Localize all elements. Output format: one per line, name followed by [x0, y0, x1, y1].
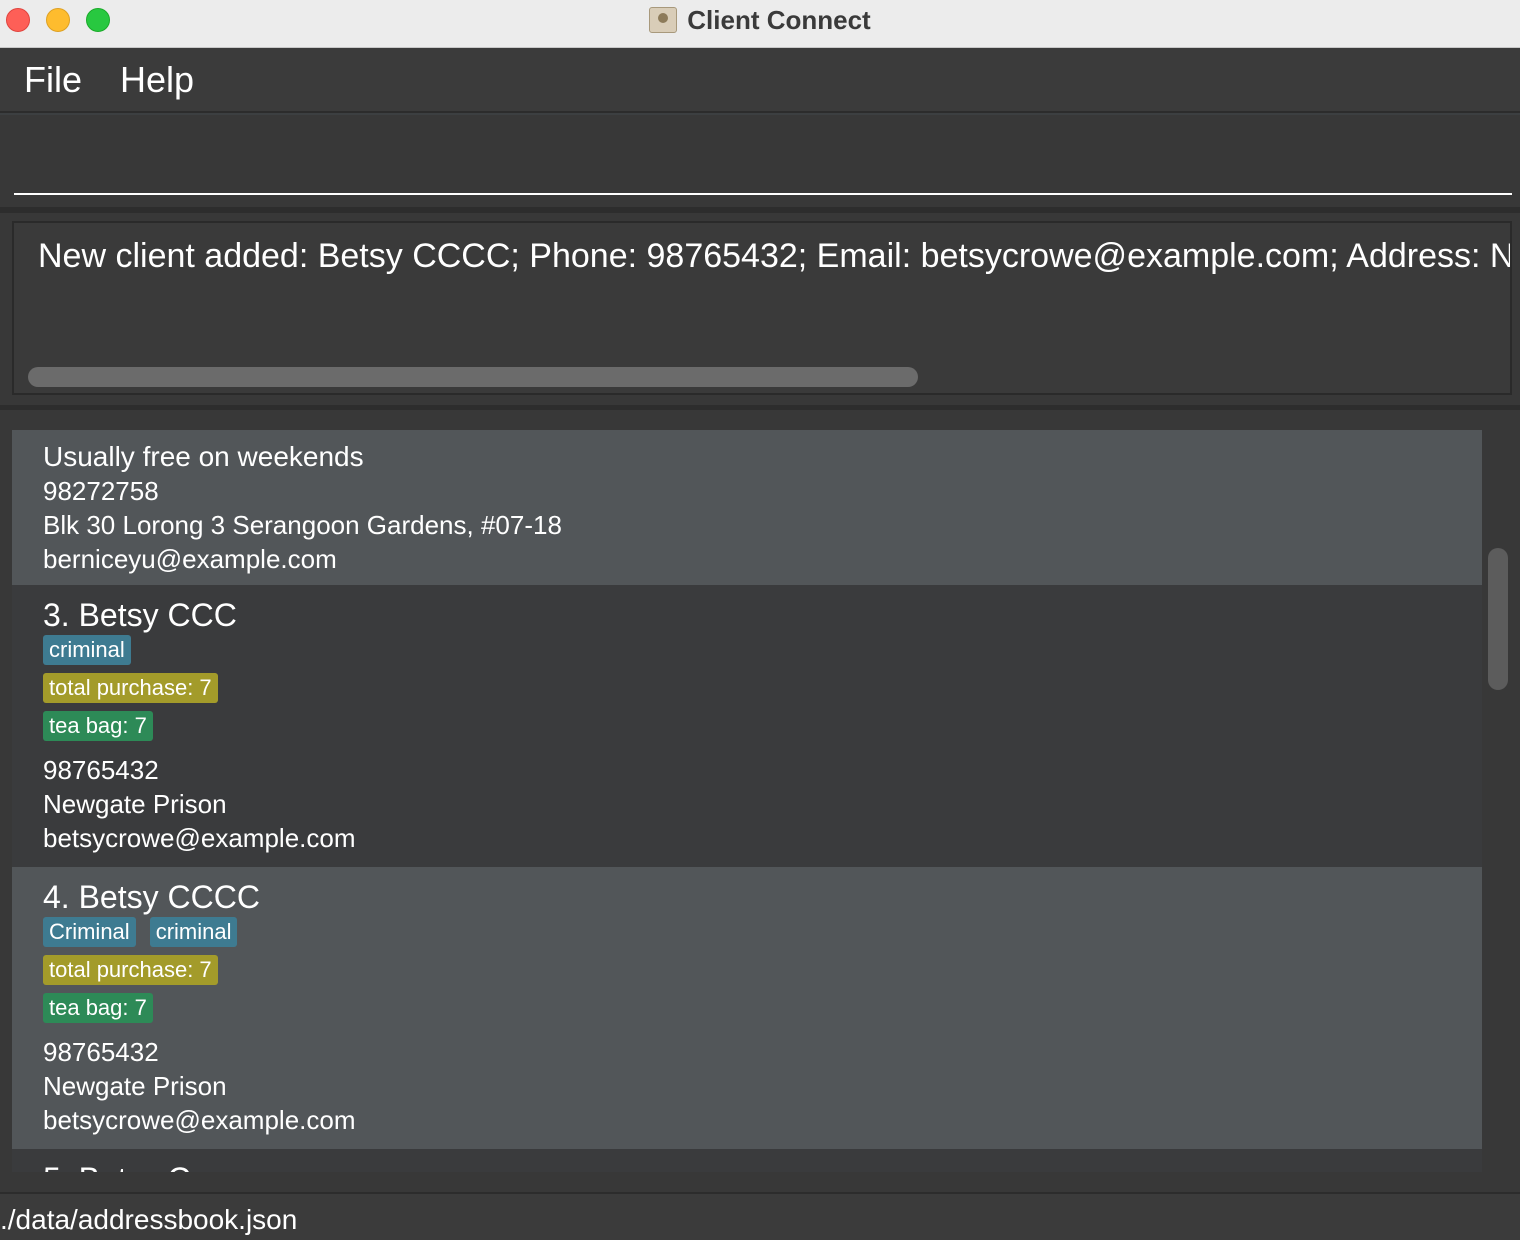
result-horizontal-scrollbar[interactable] [28, 367, 918, 387]
client-address: Newgate Prison [43, 789, 227, 819]
client-email: betsycrowe@example.com [43, 823, 356, 853]
result-box[interactable]: New client added: Betsy CCCC; Phone: 987… [12, 221, 1512, 395]
menu-bar: File Help [0, 48, 1520, 113]
menu-help[interactable]: Help [120, 59, 194, 101]
client-tag-row: Criminal criminal [43, 917, 1482, 955]
client-list-panel: Usually free on weekends 98272758 Blk 30… [0, 410, 1520, 1192]
purchase-tag: total purchase: 7 [43, 955, 218, 985]
product-tag: tea bag: 7 [43, 711, 153, 741]
client-name: 4. Betsy CCCC [43, 879, 260, 915]
client-card[interactable]: 5. Betsy C [12, 1149, 1482, 1172]
client-note: Usually free on weekends [43, 441, 364, 472]
client-phone: 98272758 [43, 476, 159, 506]
client-phone: 98765432 [43, 755, 159, 785]
client-card[interactable]: 4. Betsy CCCC Criminal criminal total pu… [12, 867, 1482, 1149]
client-list-scrollbar[interactable] [1488, 548, 1508, 690]
client-tag: Criminal [43, 917, 136, 947]
client-address: Blk 30 Lorong 3 Serangoon Gardens, #07-1… [43, 510, 562, 540]
address-book-icon [649, 7, 678, 33]
window-title-text: Client Connect [687, 4, 871, 35]
menu-file[interactable]: File [24, 59, 82, 101]
client-product-row: tea bag: 7 [43, 711, 1482, 749]
client-tag-row: criminal [43, 635, 1482, 673]
data-file-path: ./data/addressbook.json [0, 1204, 298, 1235]
client-address: Newgate Prison [43, 1071, 227, 1101]
client-name: 3. Betsy CCC [43, 597, 237, 633]
command-input[interactable] [14, 115, 1512, 195]
result-display: New client added: Betsy CCCC; Phone: 987… [0, 213, 1520, 405]
client-name: 5. Betsy C [43, 1161, 1482, 1172]
client-phone: 98765432 [43, 1037, 159, 1067]
client-product-row: tea bag: 7 [43, 993, 1482, 1031]
status-bar: ./data/addressbook.json [0, 1192, 1520, 1240]
client-purchase-row: total purchase: 7 [43, 673, 1482, 711]
client-list[interactable]: Usually free on weekends 98272758 Blk 30… [12, 430, 1482, 1172]
client-tag: criminal [43, 635, 131, 665]
client-tag: criminal [149, 917, 238, 947]
purchase-tag: total purchase: 7 [43, 673, 218, 703]
client-email: berniceyu@example.com [43, 544, 337, 574]
client-card[interactable]: Usually free on weekends 98272758 Blk 30… [12, 430, 1482, 585]
product-tag: tea bag: 7 [43, 993, 153, 1023]
result-message: New client added: Betsy CCCC; Phone: 987… [38, 237, 1512, 275]
client-email: betsycrowe@example.com [43, 1105, 356, 1135]
window-title: Client Connect [0, 0, 1520, 40]
title-bar: Client Connect [0, 0, 1520, 48]
command-box [0, 115, 1520, 207]
client-purchase-row: total purchase: 7 [43, 955, 1482, 993]
client-card[interactable]: 3. Betsy CCC criminal total purchase: 7 … [12, 585, 1482, 867]
